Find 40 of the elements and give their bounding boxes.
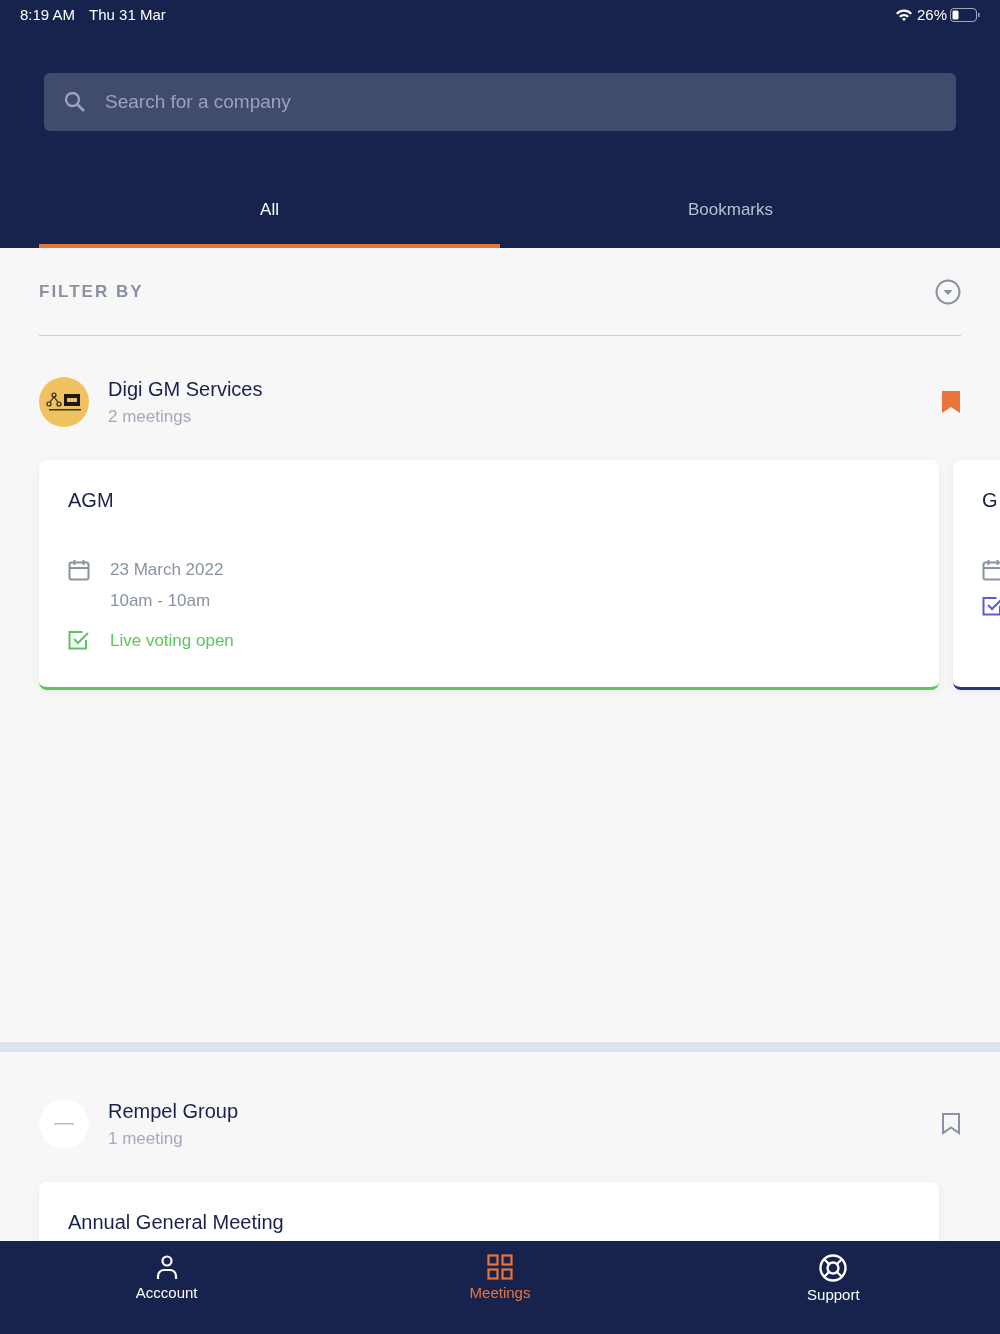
support-icon <box>819 1254 848 1282</box>
search-field[interactable]: Search for a company <box>44 73 956 131</box>
tab[interactable]: Bookmarks <box>500 175 961 248</box>
grid-icon <box>487 1254 513 1280</box>
company-name: Digi GM Services <box>108 377 264 402</box>
meeting-count: 2 meetings <box>108 406 193 428</box>
meeting-title: G <box>982 487 999 512</box>
meeting-card[interactable]: AGM 23 March 2022 10am - 10am Live voting open <box>39 459 939 690</box>
company-name: Rempel Group <box>108 1099 240 1124</box>
nav-tab[interactable]: Acccount <box>0 1241 334 1334</box>
nav-label: Support <box>807 1285 860 1305</box>
nav-tab[interactable]: Meetings <box>333 1241 667 1334</box>
company-logo-icon <box>39 376 89 427</box>
status-date: Thu 31 Mar <box>89 4 166 25</box>
meeting-count: 1 meeting <box>108 1128 184 1150</box>
calendar-icon <box>982 558 1000 581</box>
meeting-date: 23 March 2022 <box>110 558 224 581</box>
bookmark-icon[interactable] <box>941 389 961 414</box>
meeting-card[interactable]: Annual General Meeting <box>39 1181 939 1241</box>
checkbox-icon <box>982 594 1000 617</box>
nav-label: Meetings <box>469 1283 531 1303</box>
company-logo-icon <box>39 1098 89 1149</box>
checkbox-icon <box>68 629 90 652</box>
dropdown-icon[interactable] <box>935 278 961 305</box>
nav-label: Acccount <box>135 1283 198 1303</box>
meeting-time: 10am - 10am <box>110 590 212 612</box>
filter-label: FILTER BY <box>39 280 144 303</box>
tab[interactable]: All <box>39 175 500 248</box>
wifi-icon <box>894 8 913 22</box>
calendar-icon <box>68 558 90 581</box>
nav-tab[interactable]: Support <box>666 1241 1000 1334</box>
search-icon <box>64 91 86 113</box>
battery-percent: 26% <box>916 4 947 25</box>
meeting-card[interactable]: G <box>953 459 1000 690</box>
voting-status: Live voting open <box>110 629 234 652</box>
meeting-title: AGM <box>68 487 115 512</box>
meeting-title: Annual General Meeting <box>68 1209 285 1234</box>
battery-icon <box>950 8 980 22</box>
status-time: 8:19 AM <box>20 4 76 25</box>
bookmark-icon[interactable] <box>941 1111 961 1136</box>
